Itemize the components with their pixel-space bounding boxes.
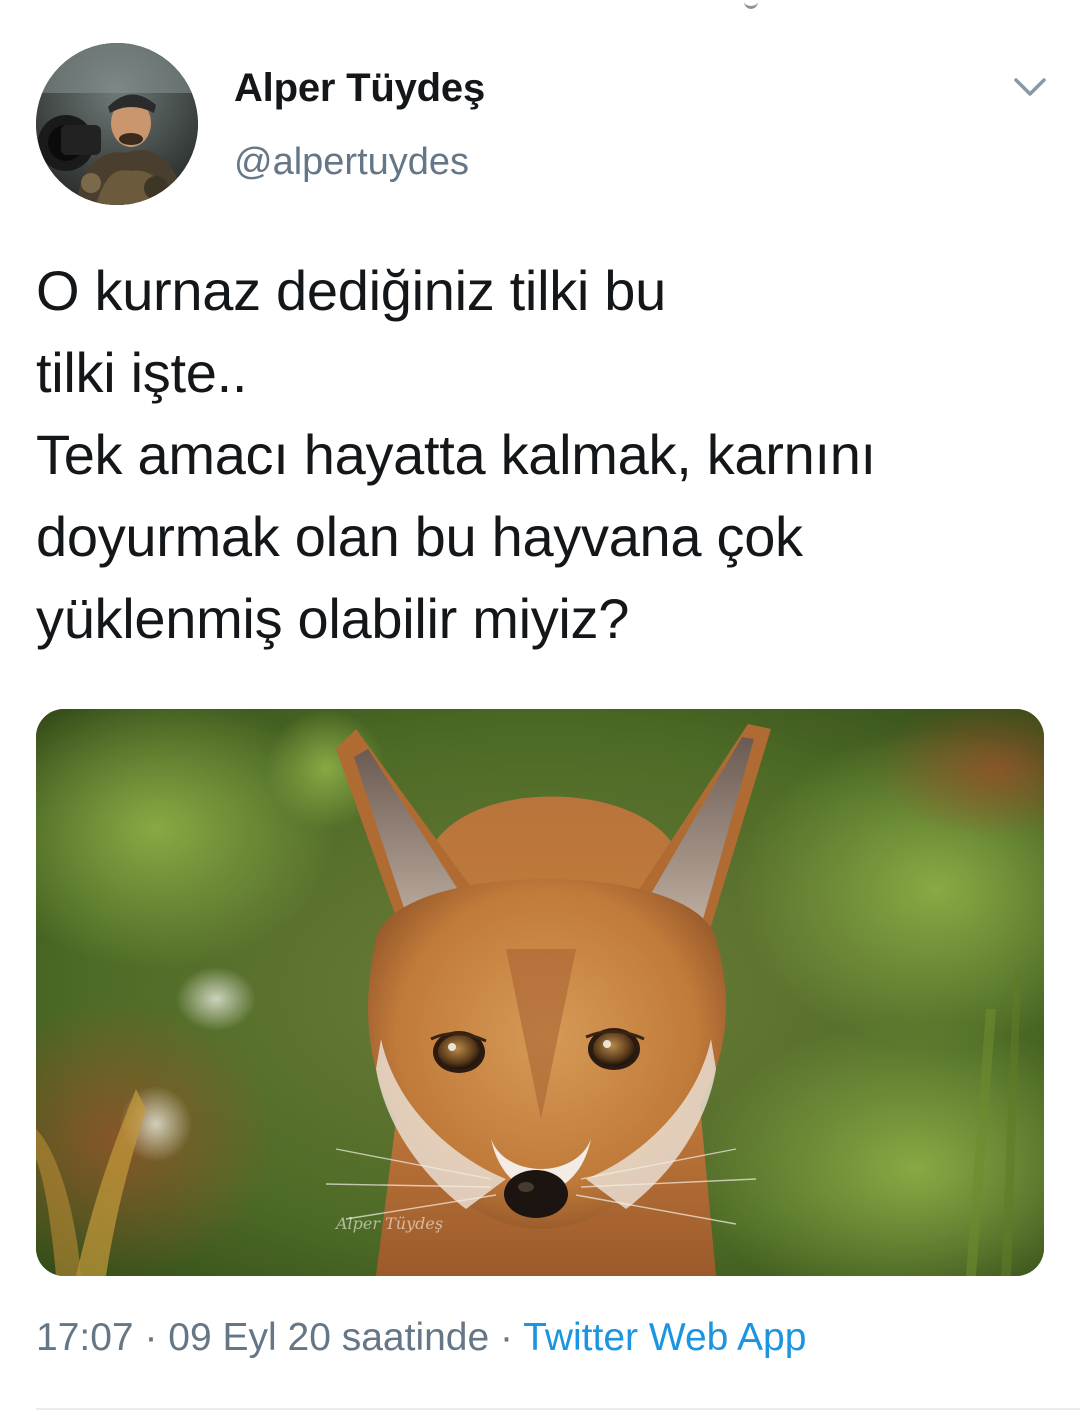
top-edge-remnant — [0, 0, 1080, 9]
tweet-date[interactable]: 09 Eyl 20 saatinde — [168, 1316, 489, 1359]
photo-watermark: Alper Tüydeş — [336, 1214, 444, 1233]
tweet-text-line: tilki işte.. — [36, 341, 248, 404]
chevron-down-icon[interactable] — [1010, 70, 1050, 106]
tweet-time[interactable]: 17:07 — [36, 1316, 134, 1359]
avatar[interactable] — [36, 43, 198, 205]
tweet-text-line: doyurmak olan bu hayvana çok — [36, 505, 803, 568]
tweet-meta: 17:07 · 09 Eyl 20 saatinde · Twitter Web… — [36, 1316, 806, 1360]
tweet-text-line: Tek amacı hayatta kalmak, karnını — [36, 423, 876, 486]
avatar-photo — [36, 43, 198, 205]
meta-separator: · — [489, 1316, 524, 1359]
author-handle[interactable]: @alpertuydes — [234, 141, 469, 184]
tweet-text: O kurnaz dediğiniz tilki bu tilki işte..… — [36, 250, 1046, 660]
meta-separator: · — [133, 1316, 169, 1359]
tweet-text-line: O kurnaz dediğiniz tilki bu — [36, 259, 666, 322]
fox-photo — [36, 709, 1044, 1276]
tweet-text-line: yüklenmiş olabilir miyiz? — [36, 587, 630, 650]
tweet-source-link[interactable]: Twitter Web App — [523, 1316, 806, 1359]
author-display-name[interactable]: Alper Tüydeş — [234, 66, 485, 111]
divider — [36, 1408, 1080, 1410]
tweet-photo[interactable]: Alper Tüydeş — [36, 709, 1044, 1276]
clipped-glyph — [744, 0, 758, 9]
